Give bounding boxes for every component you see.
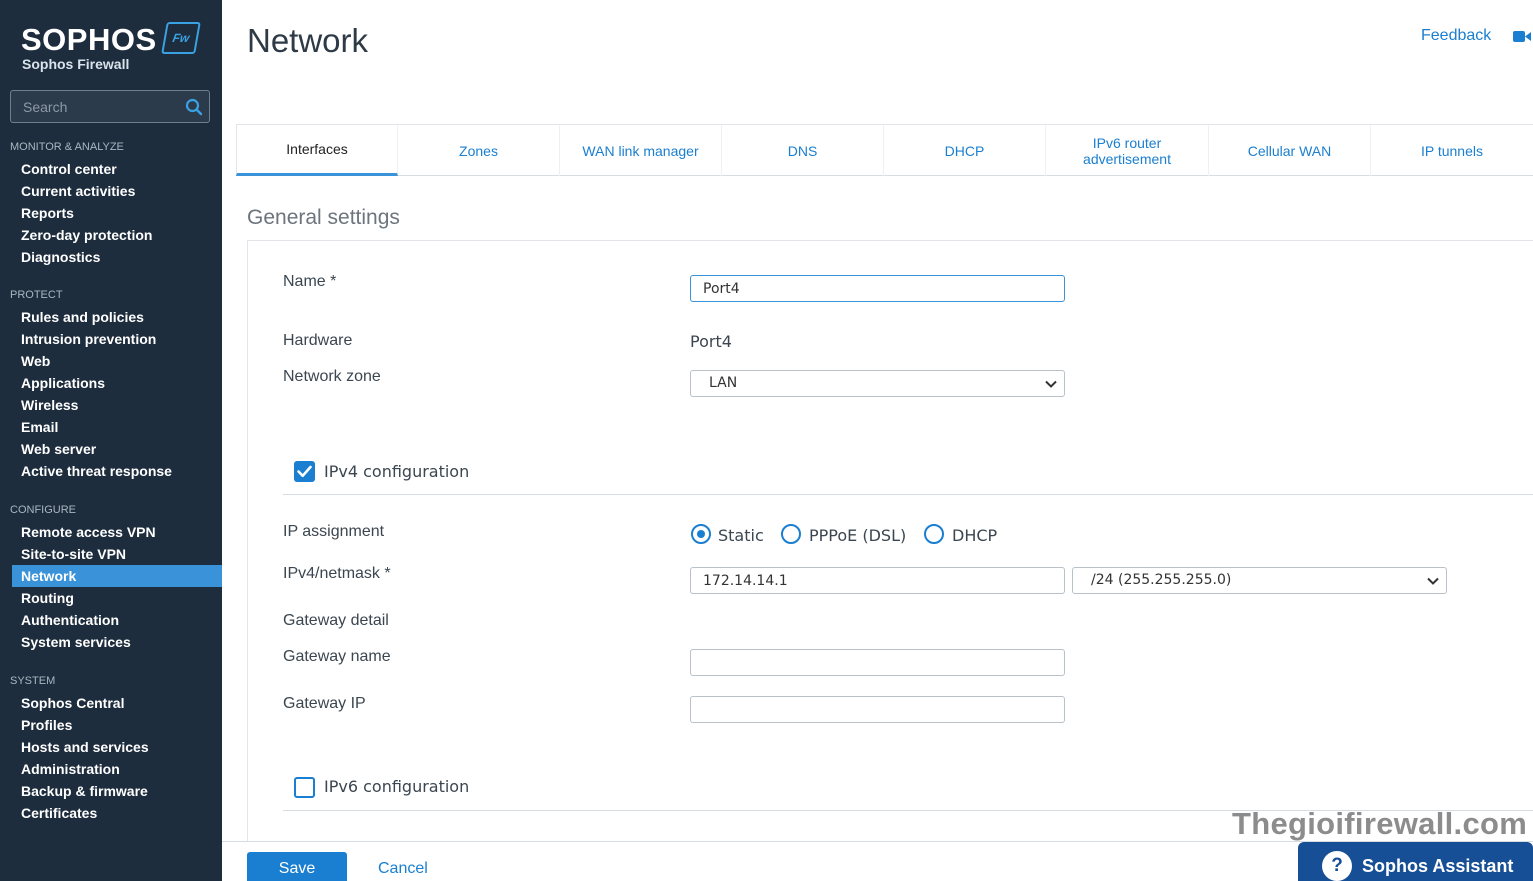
network-zone-select[interactable]: LAN [690, 370, 1065, 397]
ipv4-configuration-checkbox[interactable] [294, 461, 315, 482]
nav-item-sophos-central[interactable]: Sophos Central [0, 692, 222, 714]
chevron-down-icon [1427, 577, 1439, 585]
nav-section-configure: CONFIGURE Remote access VPN Site-to-site… [0, 503, 222, 653]
nav-item-zero-day-protection[interactable]: Zero-day protection [0, 224, 222, 246]
video-camera-icon[interactable] [1513, 30, 1531, 43]
radio-dhcp[interactable] [924, 524, 944, 544]
nav-item-site-to-site-vpn[interactable]: Site-to-site VPN [0, 543, 222, 565]
tab-dhcp[interactable]: DHCP [884, 125, 1047, 176]
tab-ipv6-router-advertisement[interactable]: IPv6 router advertisement [1046, 125, 1209, 176]
gateway-ip-label: Gateway IP [283, 695, 366, 712]
nav-heading: CONFIGURE [10, 504, 76, 516]
nav-item-authentication[interactable]: Authentication [0, 609, 222, 631]
sidebar: SOPHOS Fw Sophos Firewall MONITOR & ANAL… [0, 0, 222, 881]
nav-section-monitor: MONITOR & ANALYZE Control center Current… [0, 140, 222, 268]
tab-bar: Interfaces Zones WAN link manager DNS DH… [236, 124, 1533, 176]
nav-item-active-threat-response[interactable]: Active threat response [0, 460, 222, 482]
ipv6-configuration-checkbox[interactable] [294, 777, 315, 798]
divider [283, 494, 1533, 495]
cancel-button[interactable]: Cancel [378, 860, 428, 878]
product-name: Sophos Firewall [22, 56, 130, 72]
nav-heading: PROTECT [10, 289, 63, 301]
ipv4-netmask-label: IPv4/netmask * [283, 565, 391, 582]
feedback-link[interactable]: Feedback [1421, 27, 1491, 45]
tab-zones[interactable]: Zones [398, 125, 561, 176]
radio-dhcp-label: DHCP [952, 526, 998, 545]
nav-item-intrusion-prevention[interactable]: Intrusion prevention [0, 328, 222, 350]
nav-item-wireless[interactable]: Wireless [0, 394, 222, 416]
save-button[interactable]: Save [247, 852, 347, 881]
network-zone-label: Network zone [283, 368, 381, 385]
nav-item-profiles[interactable]: Profiles [0, 714, 222, 736]
tab-dns[interactable]: DNS [722, 125, 885, 176]
checkmark-icon [297, 465, 312, 478]
ip-assignment-label: IP assignment [283, 523, 385, 540]
nav-item-backup-firmware[interactable]: Backup & firmware [0, 780, 222, 802]
gateway-name-input[interactable] [690, 649, 1065, 676]
tab-wan-link-manager[interactable]: WAN link manager [560, 125, 723, 176]
nav-item-diagnostics[interactable]: Diagnostics [0, 246, 222, 268]
nav-item-web-server[interactable]: Web server [0, 438, 222, 460]
help-icon: ? [1322, 851, 1352, 881]
radio-pppoe-label: PPPoE (DSL) [809, 526, 907, 545]
nav-item-system-services[interactable]: System services [0, 631, 222, 653]
nav-item-certificates[interactable]: Certificates [0, 802, 222, 824]
tab-ip-tunnels[interactable]: IP tunnels [1371, 125, 1533, 176]
name-label: Name * [283, 273, 337, 290]
tab-cellular-wan[interactable]: Cellular WAN [1209, 125, 1371, 176]
nav-item-administration[interactable]: Administration [0, 758, 222, 780]
radio-static[interactable] [691, 524, 711, 544]
chevron-down-icon [1045, 380, 1057, 388]
network-zone-value: LAN [709, 375, 738, 391]
nav-item-hosts-and-services[interactable]: Hosts and services [0, 736, 222, 758]
radio-static-label: Static [718, 526, 764, 545]
nav-heading: SYSTEM [10, 675, 56, 687]
search-box [10, 90, 210, 123]
sophos-assistant-label: Sophos Assistant [1362, 856, 1514, 876]
general-settings-panel [247, 240, 1533, 850]
radio-pppoe[interactable] [781, 524, 801, 544]
gateway-detail-label: Gateway detail [283, 612, 389, 629]
ipv6-configuration-label: IPv6 configuration [324, 777, 470, 796]
nav-item-current-activities[interactable]: Current activities [0, 180, 222, 202]
search-input[interactable] [11, 91, 181, 122]
tab-interfaces[interactable]: Interfaces [236, 125, 399, 176]
ipv4-configuration-label: IPv4 configuration [324, 462, 470, 481]
section-title: General settings [247, 206, 400, 229]
netmask-value: /24 (255.255.255.0) [1091, 572, 1232, 588]
nav-item-routing[interactable]: Routing [0, 587, 222, 609]
nav-heading: MONITOR & ANALYZE [10, 141, 124, 153]
ipv4-address-input[interactable] [690, 567, 1065, 594]
nav-item-control-center[interactable]: Control center [0, 158, 222, 180]
page-title: Network [247, 22, 369, 59]
nav-section-protect: PROTECT Rules and policies Intrusion pre… [0, 288, 222, 482]
nav-item-network[interactable]: Network [12, 565, 222, 587]
firewall-badge-icon: Fw [161, 22, 201, 54]
watermark: Thegioifirewall.com [1232, 806, 1528, 841]
nav-item-reports[interactable]: Reports [0, 202, 222, 224]
sophos-logo: SOPHOS [21, 22, 157, 57]
gateway-ip-input[interactable] [690, 696, 1065, 723]
hardware-label: Hardware [283, 332, 353, 349]
hardware-value: Port4 [690, 332, 732, 351]
nav-section-system: SYSTEM Sophos Central Profiles Hosts and… [0, 674, 222, 824]
name-input[interactable] [690, 275, 1065, 302]
search-icon[interactable] [185, 98, 203, 116]
nav-item-email[interactable]: Email [0, 416, 222, 438]
sophos-assistant-button[interactable]: ? Sophos Assistant [1298, 842, 1533, 881]
netmask-select[interactable]: /24 (255.255.255.0) [1072, 567, 1447, 594]
nav-item-applications[interactable]: Applications [0, 372, 222, 394]
nav-item-remote-access-vpn[interactable]: Remote access VPN [0, 521, 222, 543]
nav-item-rules-and-policies[interactable]: Rules and policies [0, 306, 222, 328]
nav-item-web[interactable]: Web [0, 350, 222, 372]
gateway-name-label: Gateway name [283, 648, 391, 665]
